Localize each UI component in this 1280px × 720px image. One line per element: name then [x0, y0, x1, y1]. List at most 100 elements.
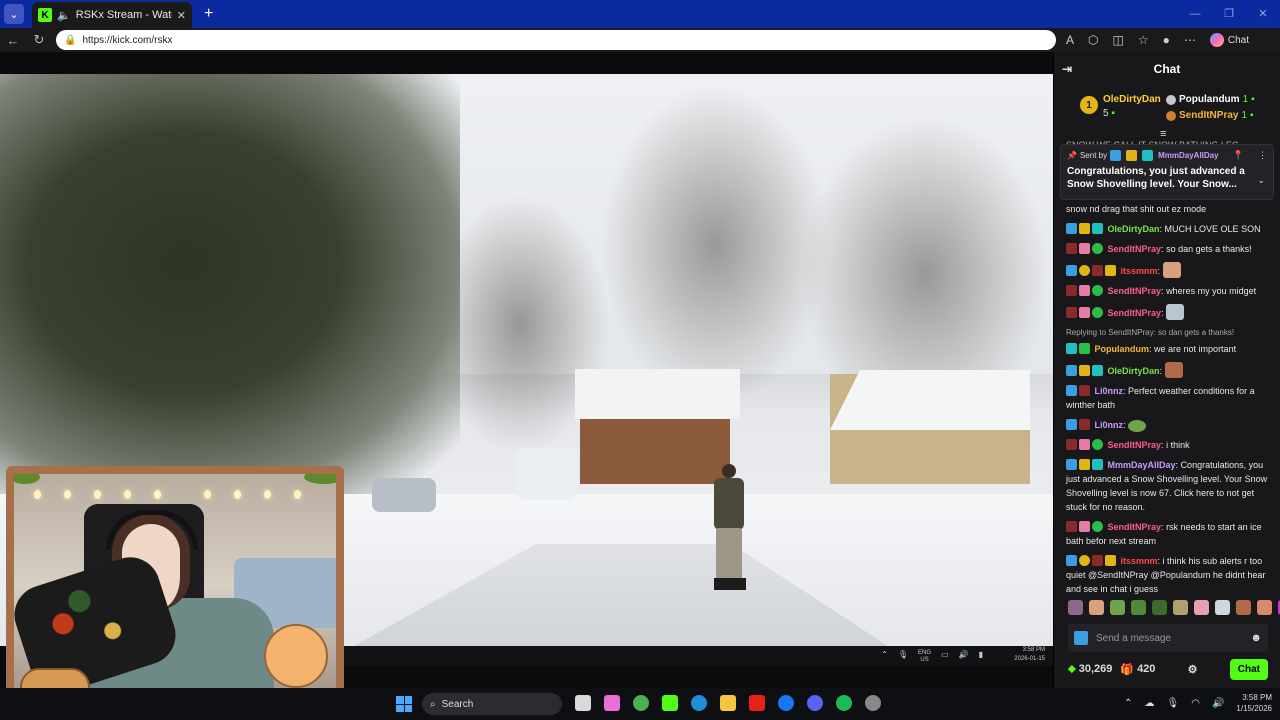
points-value: 30,269 [1078, 663, 1113, 675]
split-screen-icon[interactable]: ◫ [1113, 33, 1124, 47]
copilot-app-icon[interactable] [604, 695, 620, 711]
gifter-count: 1 [1241, 110, 1248, 121]
message-user[interactable]: SendItNPray [1108, 244, 1162, 254]
volume-icon[interactable]: 🔊 [1212, 698, 1224, 709]
chat-message: itssmnm: i think his sub alerts r too qu… [1066, 555, 1266, 594]
emoji-icon[interactable]: ☻ [1250, 632, 1262, 644]
speaker-icon[interactable]: 🔈 [57, 9, 71, 22]
chevron-up-icon[interactable]: ⌃ [1124, 698, 1132, 709]
badge-icon [1066, 459, 1077, 470]
browser-tab[interactable]: K 🔈 RSKx Stream - Watch Live on Kick ✕ [32, 2, 192, 28]
snowy-roof [830, 370, 1030, 430]
gifter-third[interactable]: SendItNPray 1 ▪ [1166, 110, 1254, 121]
url-field[interactable]: 🔒 https://kick.com/rskx [56, 30, 1056, 50]
gift-icon: ▪ [1111, 108, 1115, 119]
chrome-icon[interactable] [633, 695, 649, 711]
gift-counter[interactable]: 🎁 420 [1120, 663, 1155, 676]
rank-badge: 1 [1080, 96, 1098, 114]
emote-icon[interactable] [1110, 600, 1125, 615]
more-options-icon[interactable]: ⋮ [1258, 150, 1267, 161]
new-tab-button[interactable]: + [204, 5, 213, 23]
minimize-icon[interactable]: — [1178, 0, 1212, 28]
gear-icon[interactable]: ⚙ [1188, 663, 1198, 676]
taskbar-time: 3:58 PM [1242, 693, 1272, 702]
close-tab-icon[interactable]: ✕ [177, 9, 186, 22]
message-user[interactable]: Li0nnz [1095, 420, 1124, 430]
cloud-icon[interactable]: ☁ [1145, 698, 1155, 709]
emote-icon[interactable] [1215, 600, 1230, 615]
more-icon[interactable]: ⋯ [1184, 33, 1196, 47]
badge-icon [1092, 365, 1103, 376]
taskbar-clock[interactable]: 3:58 PM 1/15/2026 [1236, 692, 1272, 714]
message-user[interactable]: Populandum [1095, 344, 1150, 354]
expand-handle-icon[interactable]: ≡ [1160, 128, 1166, 140]
reply-context[interactable]: Replying to SendItNPray: so dan gets a t… [1066, 326, 1269, 340]
task-view-icon[interactable] [575, 695, 591, 711]
taskbar-search[interactable]: ⌕ Search [422, 693, 562, 715]
unpin-icon[interactable]: 📍 [1233, 150, 1244, 161]
emote-icon [1164, 362, 1183, 378]
chevron-down-icon[interactable]: ⌄ [1257, 175, 1265, 186]
message-user[interactable]: itssmnm [1121, 266, 1158, 276]
extensions-icon[interactable]: ⬡ [1088, 33, 1098, 47]
verified-badge-icon [1092, 243, 1103, 254]
maximize-icon[interactable]: ❐ [1212, 0, 1246, 28]
favorites-icon[interactable]: ☆ [1138, 33, 1149, 47]
tab-actions-menu-icon[interactable]: ⌄ [4, 4, 24, 24]
badge-icon [1092, 265, 1103, 276]
mic-icon[interactable]: 🎙 [1167, 698, 1180, 709]
message-user[interactable]: SendItNPray [1108, 308, 1162, 318]
gifter-second[interactable]: Populandum 1 ▪ [1166, 94, 1255, 105]
badge-icon [1079, 521, 1090, 532]
spotify-icon[interactable] [836, 695, 852, 711]
windows-start-icon[interactable] [396, 696, 412, 712]
gifter-name: Populandum [1179, 94, 1240, 105]
collapse-chat-icon[interactable]: ⇥ [1062, 62, 1072, 76]
points-icon: ⬥ [1068, 662, 1076, 675]
emote-icon[interactable] [1257, 600, 1272, 615]
gift-icon: ▪ [1251, 94, 1255, 105]
kick-app-icon[interactable] [662, 695, 678, 711]
gifter-name[interactable]: OleDirtyDan [1103, 94, 1161, 105]
pinned-message[interactable]: 📌 Sent by MmmDayAllDay Congratulations, … [1060, 144, 1274, 200]
file-explorer-icon[interactable] [720, 695, 736, 711]
message-user[interactable]: OleDirtyDan [1108, 224, 1160, 234]
parked-car [372, 478, 436, 512]
message-user[interactable]: itssmnm [1121, 556, 1158, 566]
emote-icon[interactable] [1152, 600, 1167, 615]
message-user[interactable]: MmmDayAllDay [1108, 460, 1176, 470]
badge-icon [1079, 265, 1090, 276]
profile-icon[interactable]: ● [1163, 33, 1170, 47]
message-user[interactable]: SendItNPray [1108, 522, 1162, 532]
refresh-icon[interactable]: ↻ [26, 32, 52, 48]
facebook-icon[interactable] [778, 695, 794, 711]
copilot-chat-button[interactable]: Chat [1209, 33, 1249, 47]
emote-icon[interactable] [1131, 600, 1146, 615]
message-user[interactable]: SendItNPray [1108, 286, 1162, 296]
read-aloud-icon[interactable]: A [1066, 33, 1074, 47]
chat-send-button[interactable]: Chat [1229, 658, 1268, 680]
obs-icon[interactable] [865, 695, 881, 711]
discord-icon[interactable] [807, 695, 823, 711]
back-icon[interactable]: ← [0, 33, 26, 48]
wifi-icon[interactable]: ◠ [1191, 698, 1200, 709]
badge-icon [1074, 631, 1088, 645]
message-user[interactable]: SendItNPray [1108, 440, 1162, 450]
message-user[interactable]: OleDirtyDan [1108, 366, 1160, 376]
window-controls: — ❐ ✕ [1178, 0, 1280, 28]
vine-decoration [304, 474, 336, 484]
emote-icon[interactable] [1173, 600, 1188, 615]
chat-input[interactable]: Send a message ☻ [1068, 624, 1268, 652]
youtube-icon[interactable] [749, 695, 765, 711]
badge-icon [1066, 385, 1077, 396]
region-label: US [920, 657, 929, 663]
message-user[interactable]: Li0nnz [1095, 386, 1124, 396]
emote-icon[interactable] [1068, 600, 1083, 615]
emote-icon[interactable] [1089, 600, 1104, 615]
emote-icon[interactable] [1194, 600, 1209, 615]
close-window-icon[interactable]: ✕ [1246, 0, 1280, 28]
string-lights [14, 484, 336, 504]
emote-icon[interactable] [1236, 600, 1251, 615]
edge-icon[interactable] [691, 695, 707, 711]
channel-points[interactable]: ⬥ 30,269 [1068, 663, 1112, 676]
